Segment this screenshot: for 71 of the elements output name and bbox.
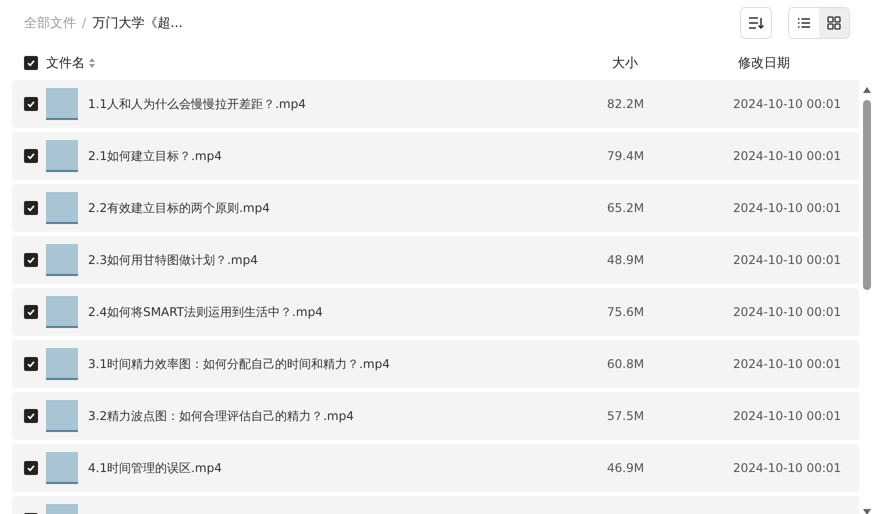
modified-date: 2024-10-10 00:01 [733, 305, 842, 319]
checkmark-icon [26, 255, 36, 265]
file-row[interactable]: 2.2有效建立目标的两个原则.mp4 65.2M 2024-10-10 00:01 [12, 184, 859, 232]
video-thumbnail-placeholder [46, 296, 78, 328]
file-size: 75.6M [607, 305, 646, 319]
file-row[interactable]: 2.1如何建立目标？.mp4 79.4M 2024-10-10 00:01 [12, 132, 859, 180]
modified-date: 2024-10-10 00:01 [733, 97, 842, 111]
scroll-down-icon[interactable] [862, 508, 872, 514]
file-size: 48.9M [607, 253, 646, 267]
file-row[interactable]: 1.1人和人为什么会慢慢拉开差距？.mp4 82.2M 2024-10-10 00:01 [12, 80, 859, 128]
modified-date: 2024-10-10 00:01 [733, 357, 842, 371]
file-name: 2.1如何建立目标？.mp4 [88, 148, 223, 164]
file-name: 2.2有效建立目标的两个原则.mp4 [88, 200, 271, 216]
file-size: 79.4M [607, 149, 646, 163]
sort-icon [748, 16, 764, 30]
sort-button[interactable] [740, 7, 772, 39]
file-row[interactable]: 4.1时间管理的误区.mp4 46.9M 2024-10-10 00:01 [12, 444, 859, 492]
checkbox[interactable] [24, 201, 38, 215]
file-name: 3.2精力波点图：如何合理评估自己的精力？.mp4 [88, 408, 355, 424]
breadcrumb-separator: / [82, 16, 86, 30]
grid-view-button[interactable] [819, 8, 849, 38]
checkbox[interactable] [24, 305, 38, 319]
checkmark-icon [26, 203, 36, 213]
checkbox[interactable] [24, 357, 38, 371]
file-row[interactable]: 3.2精力波点图：如何合理评估自己的精力？.mp4 57.5M 2024-10-10 00:01 [12, 392, 859, 440]
video-thumbnail-placeholder [46, 452, 78, 484]
video-thumbnail-placeholder [46, 140, 78, 172]
checkmark-icon [26, 58, 36, 68]
checkmark-icon [26, 151, 36, 161]
file-name: 2.3如何用甘特图做计划？.mp4 [88, 252, 259, 268]
checkbox[interactable] [24, 461, 38, 475]
file-name: 2.4如何将SMART法则运用到生活中？.mp4 [88, 304, 324, 320]
file-row[interactable]: 2.3如何用甘特图做计划？.mp4 48.9M 2024-10-10 00:01 [12, 236, 859, 284]
file-size: 57.5M [607, 409, 646, 423]
modified-date: 2024-10-10 00:01 [733, 461, 842, 475]
file-name: 3.1时间精力效率图：如何分配自己的时间和精力？.mp4 [88, 356, 391, 372]
checkmark-icon [26, 411, 36, 421]
video-thumbnail-placeholder [46, 244, 78, 276]
modified-date: 2024-10-10 00:01 [733, 409, 842, 423]
checkbox[interactable] [24, 253, 38, 267]
file-size: 46.9M [607, 461, 646, 475]
checkmark-icon [26, 307, 36, 317]
checkmark-icon [26, 99, 36, 109]
modified-date: 2024-10-10 00:01 [733, 201, 842, 215]
column-header[interactable]: 文件名 [46, 54, 85, 72]
column-header: 修改日期 [738, 55, 791, 72]
video-thumbnail-placeholder [46, 192, 78, 224]
grid-view-icon [827, 16, 841, 30]
checkbox[interactable] [24, 409, 38, 423]
scroll-up-icon[interactable] [862, 86, 872, 94]
modified-date: 2024-10-10 00:01 [733, 149, 842, 163]
breadcrumb-item[interactable]: 万门大学《超... [92, 14, 183, 32]
checkmark-icon [26, 359, 36, 369]
video-thumbnail-placeholder [46, 88, 78, 120]
file-row[interactable]: 3.1时间精力效率图：如何分配自己的时间和精力？.mp4 60.8M 2024-10-10 00:01 [12, 340, 859, 388]
list-view-icon [797, 17, 811, 29]
file-name: 4.1时间管理的误区.mp4 [88, 460, 223, 476]
checkbox[interactable] [24, 149, 38, 163]
file-size: 60.8M [607, 357, 646, 371]
checkbox[interactable] [24, 97, 38, 111]
checkbox[interactable] [24, 56, 38, 70]
video-thumbnail-placeholder [46, 400, 78, 432]
file-row[interactable]: 2.4如何将SMART法则运用到生活中？.mp4 75.6M 2024-10-10 00:01 [12, 288, 859, 336]
file-size: 82.2M [607, 97, 646, 111]
file-size: 65.2M [607, 201, 646, 215]
column-header: 大小 [612, 55, 639, 72]
checkmark-icon [26, 463, 36, 473]
file-name: 1.1人和人为什么会慢慢拉开差距？.mp4 [88, 96, 307, 112]
sort-arrows-icon[interactable] [89, 58, 95, 68]
video-thumbnail-placeholder [46, 348, 78, 380]
modified-date: 2024-10-10 00:01 [733, 253, 842, 267]
